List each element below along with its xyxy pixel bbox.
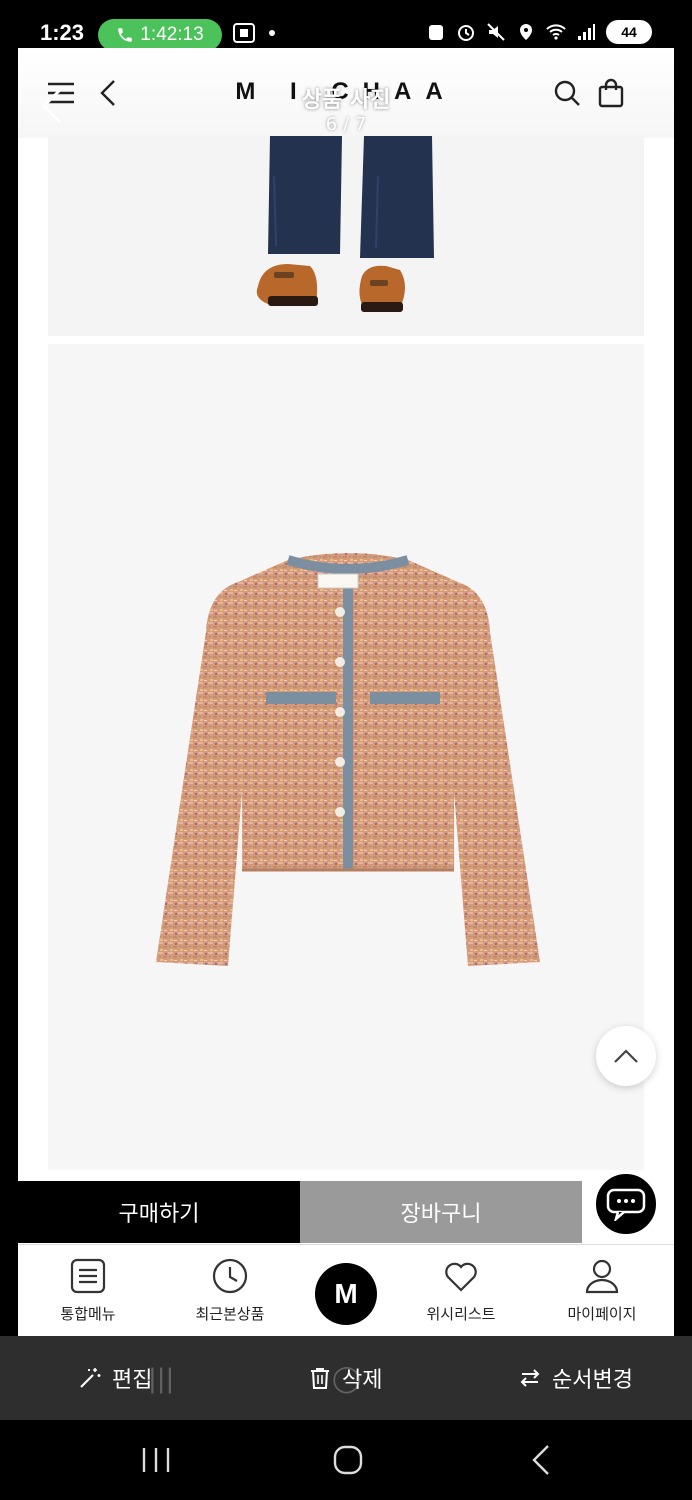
scroll-to-top-button[interactable] bbox=[596, 1026, 656, 1086]
tab-label: 최근본상품 bbox=[195, 1305, 265, 1323]
viewer-title: 상품 사진 bbox=[301, 88, 391, 113]
recent-apps-icon[interactable] bbox=[136, 1440, 176, 1480]
reorder-button[interactable]: 순서변경 bbox=[518, 1362, 633, 1394]
chat-button[interactable] bbox=[594, 1172, 658, 1236]
tab-recent-products[interactable]: 최근본상품 bbox=[170, 1257, 290, 1324]
tab-menu[interactable]: 통합메뉴 bbox=[28, 1257, 148, 1324]
status-time: 1:23 bbox=[40, 20, 85, 45]
call-timer: 1:42:13 bbox=[140, 24, 204, 45]
viewer-page-count: 6 / 7 bbox=[325, 114, 367, 135]
magic-wand-icon bbox=[80, 1368, 101, 1388]
trash-icon bbox=[311, 1368, 329, 1389]
phone-icon bbox=[118, 28, 133, 42]
reorder-label: 순서변경 bbox=[552, 1368, 633, 1393]
system-navigation-bar bbox=[0, 1420, 692, 1500]
purchase-bar: 구매하기 장바구니 bbox=[18, 1181, 674, 1243]
edit-label: 편집 bbox=[112, 1368, 153, 1393]
screen-capture-icon bbox=[233, 23, 255, 43]
tab-mypage[interactable]: 마이페이지 bbox=[542, 1257, 662, 1324]
signal-icon bbox=[578, 24, 595, 40]
app-header: M I CHAA 상품 사진 6 / 7 bbox=[18, 48, 674, 138]
location-icon bbox=[520, 24, 532, 40]
dot-icon bbox=[269, 30, 275, 36]
buy-button[interactable]: 구매하기 bbox=[18, 1181, 300, 1243]
mute-icon bbox=[487, 23, 505, 41]
home-icon[interactable] bbox=[328, 1440, 368, 1480]
chevron-up-icon bbox=[614, 1049, 638, 1063]
recycle-icon bbox=[429, 25, 443, 40]
menu-list-icon bbox=[70, 1258, 106, 1294]
product-photo-jacket[interactable] bbox=[48, 344, 644, 1170]
chat-bubble-icon bbox=[606, 1188, 646, 1221]
tweed-jacket-image bbox=[156, 553, 540, 966]
clock-icon bbox=[212, 1258, 248, 1294]
edit-button[interactable]: 편집 bbox=[78, 1362, 152, 1394]
bottom-tab-bar: 통합메뉴 최근본상품 M 위시리스트 마이페이지 bbox=[18, 1244, 674, 1338]
home-logo-button[interactable]: M bbox=[315, 1263, 377, 1325]
product-photo-model[interactable] bbox=[48, 136, 644, 336]
tab-label: 마이페이지 bbox=[567, 1305, 637, 1323]
delete-label: 삭제 bbox=[342, 1368, 383, 1393]
battery-indicator: 44 bbox=[606, 20, 652, 44]
wifi-icon bbox=[546, 24, 566, 40]
person-icon bbox=[585, 1259, 619, 1294]
add-to-cart-button[interactable]: 장바구니 bbox=[300, 1181, 582, 1243]
tab-label: 통합메뉴 bbox=[60, 1305, 116, 1323]
product-detail-page: M I CHAA 상품 사진 6 / 7 구매하기 장바구니 통합메뉴 최근본상… bbox=[18, 48, 674, 1338]
model-legs-image bbox=[48, 136, 644, 336]
ongoing-call-chip[interactable]: 1:42:13 bbox=[98, 19, 222, 51]
heart-icon bbox=[445, 1262, 477, 1292]
gallery-edit-toolbar: ||| ◯ 편집 삭제 순서변경 bbox=[0, 1336, 692, 1420]
alarm-icon bbox=[458, 25, 474, 41]
back-icon[interactable] bbox=[522, 1440, 562, 1480]
tab-label: 위시리스트 bbox=[426, 1305, 496, 1323]
swap-arrows-icon bbox=[520, 1369, 540, 1387]
delete-button[interactable]: 삭제 bbox=[308, 1362, 382, 1394]
tab-wishlist[interactable]: 위시리스트 bbox=[401, 1257, 521, 1324]
